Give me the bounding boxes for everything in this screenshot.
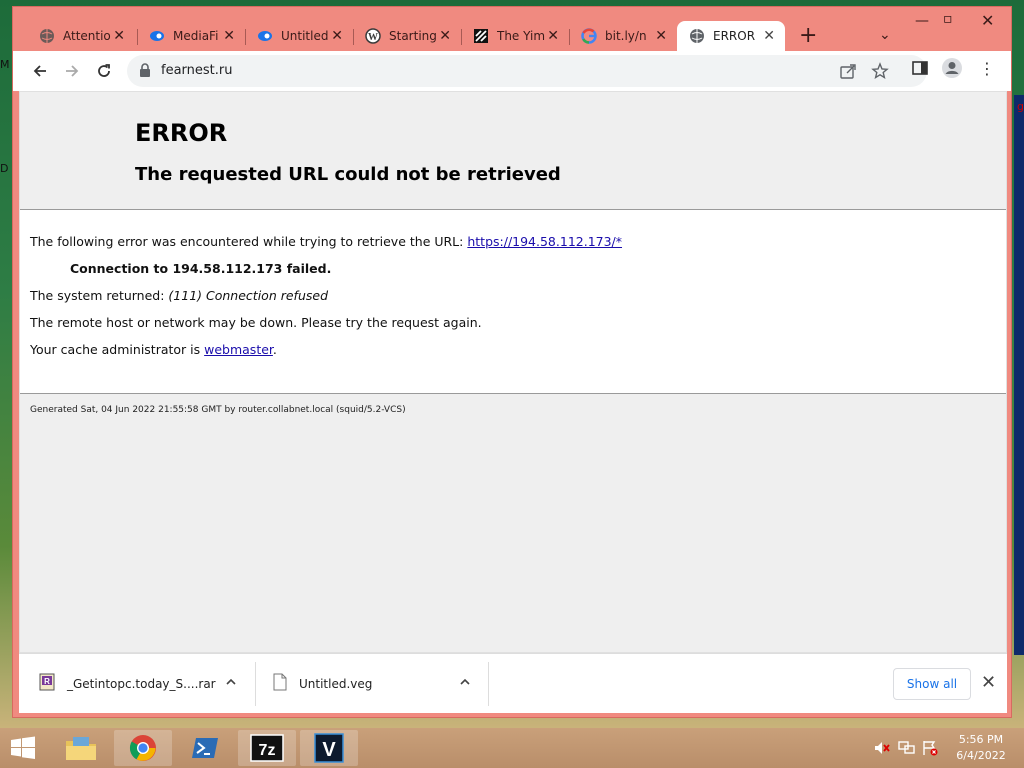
- desktop-edge-label: g: [1017, 100, 1024, 113]
- close-icon[interactable]: ✕: [223, 28, 235, 44]
- clock-date: 6/4/2022: [956, 749, 1006, 762]
- url-text[interactable]: fearnest.ru: [161, 63, 232, 78]
- browser-toolbar: fearnest.ru ⋮: [13, 51, 1011, 91]
- system-returned-label: The system returned:: [30, 288, 169, 303]
- tab-title: Attentio: [63, 29, 111, 43]
- 7zip-icon[interactable]: 7z: [238, 730, 296, 766]
- side-panel-icon[interactable]: [911, 59, 929, 81]
- chrome-window: Attentio ✕ MediaFi ✕ Untitled ✕ W Starti…: [12, 6, 1012, 718]
- close-icon[interactable]: ✕: [439, 28, 451, 44]
- lock-icon[interactable]: [139, 63, 151, 82]
- cache-admin-line: Your cache administrator is webmaster.: [30, 342, 277, 357]
- desktop-window-edge: [1014, 95, 1024, 655]
- desktop-icon-label: D: [0, 162, 9, 175]
- tab-search-chevron-icon[interactable]: ⌄: [879, 27, 891, 43]
- tab-title: Untitled: [281, 29, 329, 43]
- profile-avatar-icon[interactable]: [941, 57, 963, 83]
- wordpress-icon: W: [365, 28, 381, 44]
- google-icon: [581, 28, 597, 44]
- close-icon[interactable]: ✕: [763, 28, 775, 44]
- maximize-icon[interactable]: ▫: [943, 11, 953, 27]
- mediafire-icon: [257, 28, 273, 44]
- download-item-veg[interactable]: Untitled.veg: [273, 654, 463, 714]
- minimize-icon[interactable]: —: [915, 13, 929, 29]
- chrome-icon[interactable]: [114, 730, 172, 766]
- close-window-icon[interactable]: ✕: [981, 11, 994, 30]
- error-url-link[interactable]: https://194.58.112.173/*: [467, 234, 622, 249]
- taskbar: 7z V 5:56 PM 6/4/2022: [0, 728, 1024, 768]
- download-separator: [255, 662, 256, 706]
- download-bar: R _Getintopc.today_S....rar Untitled.veg…: [19, 653, 1007, 713]
- tab-attention[interactable]: Attentio ✕: [27, 21, 135, 51]
- back-icon[interactable]: [28, 59, 52, 83]
- winrar-file-icon: R: [39, 673, 55, 695]
- error-subtitle: The requested URL could not be retrieved: [135, 164, 561, 185]
- close-download-bar-icon[interactable]: ✕: [981, 672, 996, 693]
- svg-text:W: W: [368, 32, 378, 43]
- generated-footer: Generated Sat, 04 Jun 2022 21:55:58 GMT …: [30, 405, 406, 415]
- tab-title: MediaFi: [173, 29, 219, 43]
- address-bar[interactable]: fearnest.ru: [127, 55, 927, 87]
- chevron-up-icon[interactable]: [459, 676, 471, 691]
- webmaster-link[interactable]: webmaster: [204, 342, 273, 357]
- system-returned-value: (111) Connection refused: [168, 288, 328, 303]
- page-content: ERROR The requested URL could not be ret…: [19, 91, 1007, 653]
- error-body: The following error was encountered whil…: [20, 210, 1006, 394]
- chevron-up-icon[interactable]: [225, 676, 237, 691]
- share-icon[interactable]: [839, 62, 857, 84]
- close-icon[interactable]: ✕: [331, 28, 343, 44]
- tab-mediafire[interactable]: MediaFi ✕: [137, 21, 245, 51]
- tab-title: ERROR: [713, 29, 756, 43]
- vegas-label: V: [322, 739, 336, 761]
- site-logo-icon: [473, 28, 489, 44]
- volume-muted-icon[interactable]: [874, 740, 890, 760]
- close-icon[interactable]: ✕: [547, 28, 559, 44]
- tab-error-active[interactable]: ERROR ✕: [677, 21, 785, 51]
- menu-kebab-icon[interactable]: ⋮: [979, 59, 995, 78]
- globe-icon: [689, 28, 705, 44]
- error-url-line: The following error was encountered whil…: [30, 234, 622, 249]
- file-explorer-icon[interactable]: [52, 730, 110, 766]
- show-all-button[interactable]: Show all: [893, 668, 971, 700]
- clock-time: 5:56 PM: [958, 733, 1004, 746]
- action-center-warning-icon[interactable]: [922, 740, 938, 760]
- download-item-rar[interactable]: R _Getintopc.today_S....rar: [39, 654, 249, 714]
- download-separator: [488, 662, 489, 706]
- tab-the-yim[interactable]: The Yim ✕: [461, 21, 569, 51]
- forward-icon[interactable]: [60, 59, 84, 83]
- system-returned-line: The system returned: (111) Connection re…: [30, 288, 328, 303]
- download-filename: Untitled.veg: [299, 677, 373, 691]
- tab-untitled[interactable]: Untitled ✕: [245, 21, 353, 51]
- reload-icon[interactable]: [92, 59, 116, 83]
- download-filename: _Getintopc.today_S....rar: [67, 677, 216, 691]
- tab-title: Starting: [389, 29, 437, 43]
- error-header: ERROR The requested URL could not be ret…: [20, 92, 1006, 210]
- cache-admin-end: .: [272, 342, 277, 357]
- desktop-icon-label: M: [0, 58, 10, 71]
- network-icon[interactable]: [898, 740, 916, 760]
- close-icon[interactable]: ✕: [113, 28, 125, 44]
- new-tab-icon[interactable]: +: [799, 23, 817, 48]
- tab-starting[interactable]: W Starting ✕: [353, 21, 461, 51]
- tab-title: The Yim: [497, 29, 545, 43]
- tab-title: bit.ly/n: [605, 29, 647, 43]
- file-icon: [273, 673, 287, 695]
- mediafire-icon: [149, 28, 165, 44]
- cache-admin-label: Your cache administrator is: [30, 342, 205, 357]
- vegas-icon[interactable]: V: [300, 730, 358, 766]
- bookmark-star-icon[interactable]: [871, 62, 889, 84]
- error-url-label: The following error was encountered whil…: [30, 234, 468, 249]
- close-icon[interactable]: ✕: [655, 28, 667, 44]
- globe-icon: [39, 28, 55, 44]
- connection-failed-text: Connection to 194.58.112.173 failed.: [70, 261, 332, 276]
- 7zip-label: 7z: [259, 742, 276, 759]
- system-clock[interactable]: 5:56 PM 6/4/2022: [944, 732, 1018, 764]
- error-title: ERROR: [135, 119, 228, 147]
- tab-strip: Attentio ✕ MediaFi ✕ Untitled ✕ W Starti…: [13, 7, 1013, 51]
- powershell-icon[interactable]: [176, 730, 234, 766]
- svg-text:R: R: [44, 677, 50, 686]
- tab-bitly[interactable]: bit.ly/n ✕: [569, 21, 677, 51]
- remote-host-line: The remote host or network may be down. …: [30, 315, 482, 330]
- start-windows-icon[interactable]: [0, 730, 46, 766]
